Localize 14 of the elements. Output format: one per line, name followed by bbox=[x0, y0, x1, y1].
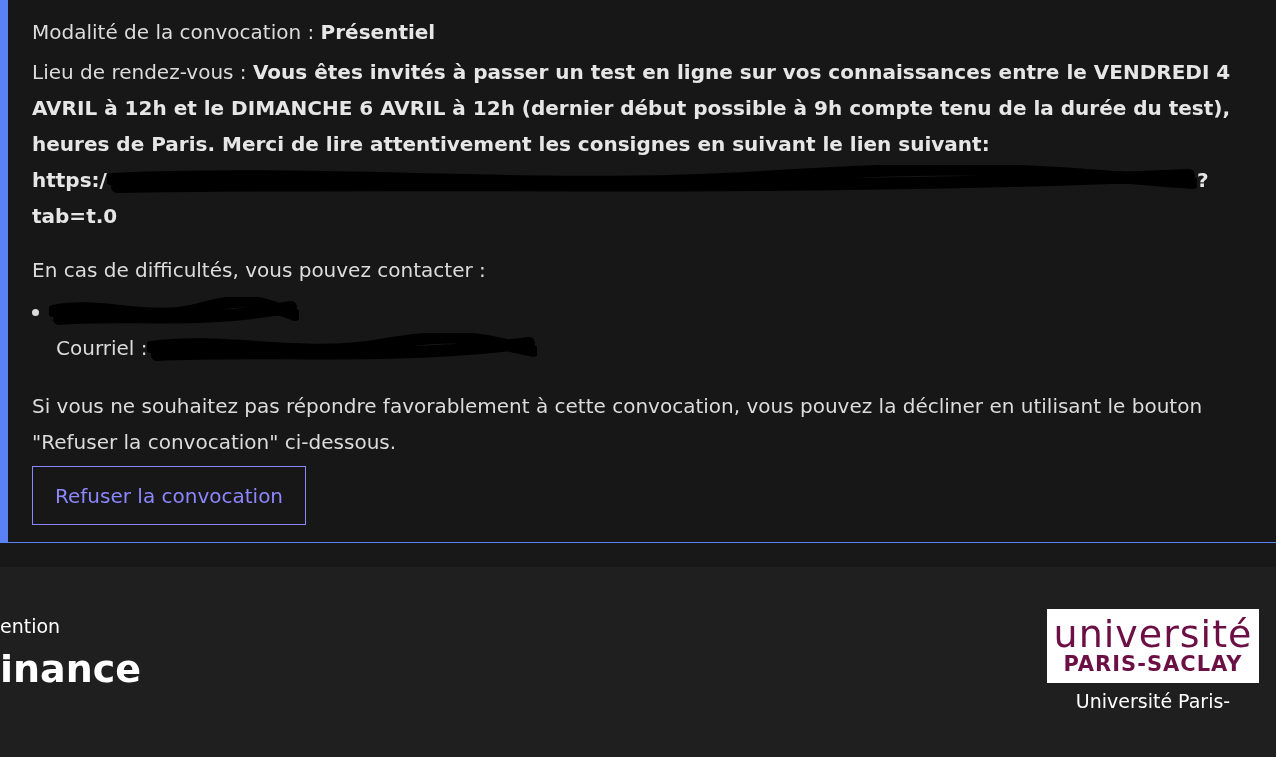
university-logo: université PARIS-SACLAY bbox=[1047, 609, 1259, 683]
modality-text: Modalité de la convocation : Présentiel bbox=[32, 19, 437, 46]
url-text: ? bbox=[1196, 167, 1209, 194]
place-text: Lieu de rendez-vous : Vous êtes invités à passer un test en ligne sur vos connaissances entre le VENDREDI 4 AVRIL à 12h et le DIMANCHE 6 AVRIL à 12h (dernier début possible à 9h compte tenu de la durée du test), heures de Paris. Merci de lire attentivement les consignes en suivant le lien suivant: bbox=[32, 59, 1232, 158]
url-text: tab=t.0 bbox=[32, 204, 118, 228]
decline-text: Si vous ne souhaitez pas répondre favorablement à cette convocation, vous pouvez la décliner en utilisant le bouton "Refuser la convocation" ci-dessous. bbox=[32, 393, 1204, 456]
contact-intro-text: En cas de difficultés, vous pouvez contacter : bbox=[32, 257, 487, 284]
program-title: inance bbox=[0, 646, 142, 693]
email-label: Courriel : bbox=[56, 335, 148, 362]
decline-button[interactable]: Refuser la convocation bbox=[32, 466, 307, 525]
mention-label: ention bbox=[0, 614, 62, 639]
url-text: https:/ bbox=[32, 167, 107, 194]
university-caption: Université Paris- bbox=[1075, 689, 1231, 714]
bullet-icon bbox=[32, 308, 39, 316]
